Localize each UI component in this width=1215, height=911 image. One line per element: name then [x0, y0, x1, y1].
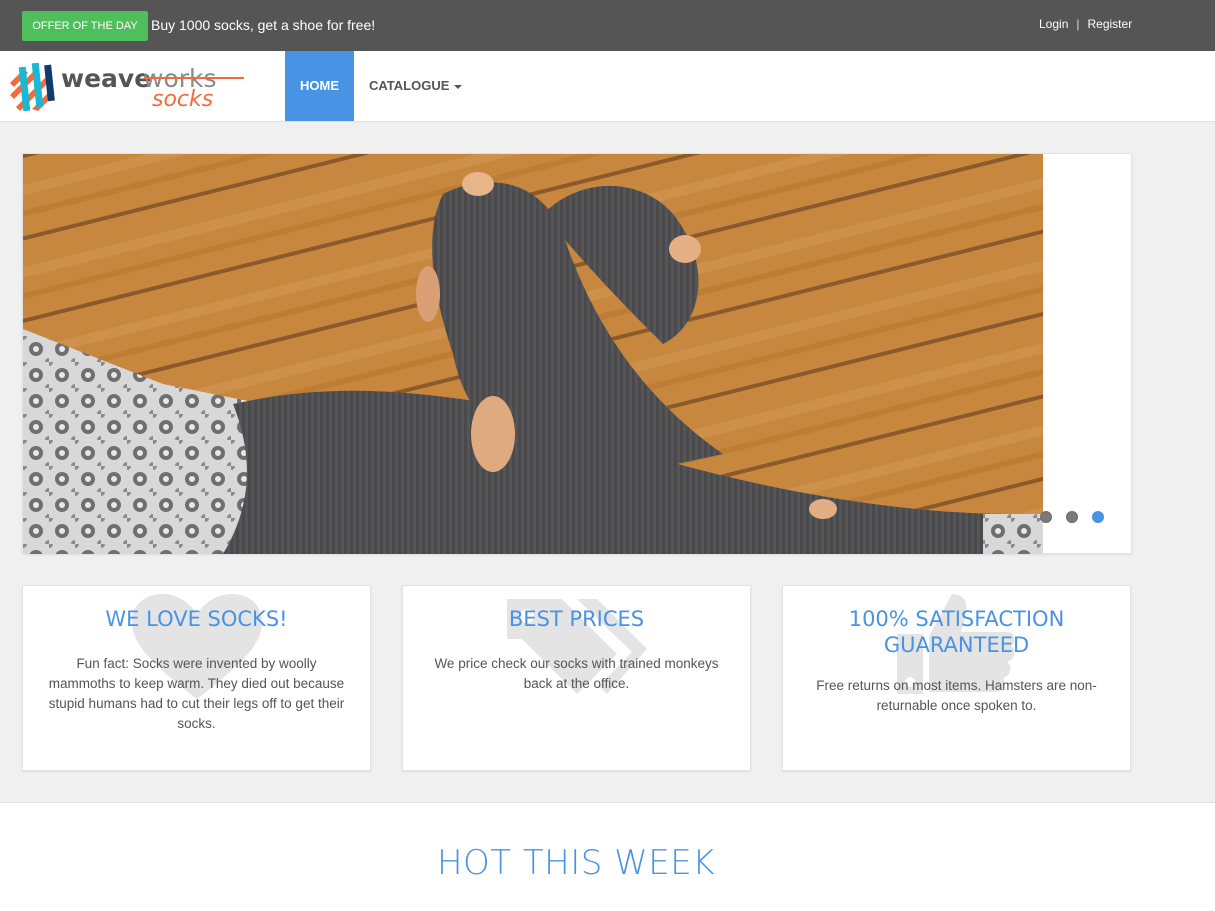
feature-title: BEST PRICES: [508, 607, 645, 631]
feature-box-love-socks: WE LOVE SOCKS! Fun fact: Socks were inve…: [22, 585, 371, 771]
nav-home[interactable]: HOME: [285, 51, 354, 121]
navbar: weave works socks HOME CATALOGUE: [0, 51, 1215, 122]
feature-text: Free returns on most items. Hamsters are…: [816, 678, 1097, 713]
feature-text: We price check our socks with trained mo…: [434, 656, 719, 691]
feature-title: WE LOVE SOCKS!: [105, 607, 288, 631]
register-link[interactable]: Register: [1088, 17, 1133, 31]
offer-text[interactable]: Buy 1000 socks, get a shoe for free!: [151, 17, 375, 33]
carousel-slide-image[interactable]: [23, 154, 1043, 554]
feature-box-best-prices: BEST PRICES We price check our socks wit…: [402, 585, 751, 771]
nav-catalogue-label: CATALOGUE: [369, 78, 450, 93]
caret-down-icon: [454, 84, 463, 89]
weaveworks-socks-logo[interactable]: weave works socks: [6, 61, 246, 113]
nav-catalogue[interactable]: CATALOGUE: [369, 51, 463, 121]
feature-title: 100% SATISFACTION GUARANTEED: [848, 607, 1065, 657]
auth-separator: |: [1076, 17, 1080, 31]
hot-this-week-section: HOT THIS WEEK: [0, 802, 1215, 911]
weaveworks-logo-icon: weave works socks: [10, 62, 244, 112]
holey-socks-photo: [23, 154, 1043, 554]
carousel-dot-1[interactable]: [1040, 511, 1052, 523]
carousel-dot-3[interactable]: [1092, 511, 1104, 523]
top-bar: OFFER OF THE DAY Buy 1000 socks, get a s…: [0, 0, 1215, 51]
logo-word-socks: socks: [152, 87, 213, 112]
logo-word-weave: weave: [61, 64, 151, 93]
hot-this-week-title: HOT THIS WEEK: [436, 843, 716, 883]
feature-box-satisfaction: 100% SATISFACTION GUARANTEED Free return…: [782, 585, 1131, 771]
hero-carousel: [22, 153, 1132, 554]
feature-text: Fun fact: Socks were invented by woolly …: [48, 656, 345, 731]
carousel-dots: [1040, 511, 1104, 523]
login-link[interactable]: Login: [1039, 17, 1068, 31]
carousel-dot-2[interactable]: [1066, 511, 1078, 523]
offer-of-the-day-button[interactable]: OFFER OF THE DAY: [22, 11, 148, 41]
auth-links: Login | Register: [1039, 17, 1132, 31]
